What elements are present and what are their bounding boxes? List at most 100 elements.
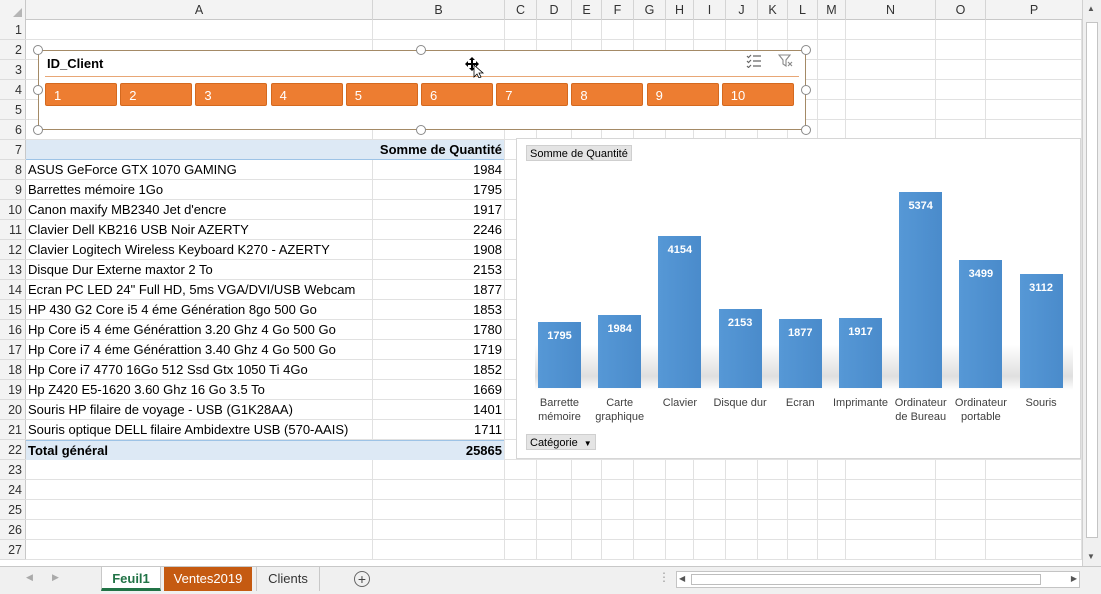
slicer-button[interactable]: 5 bbox=[345, 83, 418, 106]
column-header-c[interactable]: C bbox=[505, 0, 537, 20]
row-header[interactable]: 12 bbox=[0, 240, 26, 260]
row-header[interactable]: 2 bbox=[0, 40, 26, 60]
resize-handle-top-left[interactable] bbox=[33, 45, 43, 55]
row-header[interactable]: 23 bbox=[0, 460, 26, 480]
slicer-button[interactable]: 8 bbox=[571, 83, 644, 106]
clear-filter-icon[interactable] bbox=[777, 54, 795, 72]
resize-handle-top-right[interactable] bbox=[801, 45, 811, 55]
slicer-button[interactable]: 1 bbox=[45, 83, 117, 106]
slicer-button[interactable]: 7 bbox=[496, 83, 569, 106]
scroll-right-icon[interactable]: ▶ bbox=[1071, 574, 1077, 583]
sheet-tab-feuil1[interactable]: Feuil1 bbox=[101, 567, 161, 591]
row-header[interactable]: 22 bbox=[0, 440, 26, 460]
resize-handle-bottom-right[interactable] bbox=[801, 125, 811, 135]
row-header[interactable]: 19 bbox=[0, 380, 26, 400]
column-header-l[interactable]: L bbox=[788, 0, 818, 20]
pivot-row[interactable]: Souris optique DELL filaire Ambidextre U… bbox=[26, 420, 504, 440]
column-header-j[interactable]: J bbox=[726, 0, 758, 20]
row-header[interactable]: 9 bbox=[0, 180, 26, 200]
pivot-row[interactable]: Canon maxify MB2340 Jet d'encre 1917 bbox=[26, 200, 504, 220]
pivot-header-row[interactable]: Somme de Quantité bbox=[26, 140, 504, 160]
column-header-f[interactable]: F bbox=[602, 0, 634, 20]
row-header[interactable]: 21 bbox=[0, 420, 26, 440]
row-header[interactable]: 13 bbox=[0, 260, 26, 280]
column-header-o[interactable]: O bbox=[936, 0, 986, 20]
row-header[interactable]: 11 bbox=[0, 220, 26, 240]
chart-bar[interactable] bbox=[899, 191, 943, 388]
pivot-row[interactable]: Disque Dur Externe maxtor 2 To 2153 bbox=[26, 260, 504, 280]
row-header[interactable]: 5 bbox=[0, 100, 26, 120]
pivot-row[interactable]: Clavier Dell KB216 USB Noir AZERTY 2246 bbox=[26, 220, 504, 240]
column-header-h[interactable]: H bbox=[666, 0, 694, 20]
column-header-g[interactable]: G bbox=[634, 0, 666, 20]
sheet-tab-clients[interactable]: Clients bbox=[256, 567, 320, 591]
pivot-row[interactable]: Barrettes mémoire 1Go 1795 bbox=[26, 180, 504, 200]
pivot-row[interactable]: Hp Core i7 4 éme Générattion 3.40 Ghz 4 … bbox=[26, 340, 504, 360]
sheet-tab-ventes2019[interactable]: Ventes2019 bbox=[164, 567, 252, 591]
row-header[interactable]: 14 bbox=[0, 280, 26, 300]
pivot-row[interactable]: Hp Core i7 4770 16Go 512 Ssd Gtx 1050 Ti… bbox=[26, 360, 504, 380]
scroll-down-icon[interactable]: ▼ bbox=[1087, 552, 1095, 561]
column-header-m[interactable]: M bbox=[818, 0, 846, 20]
row-header[interactable]: 27 bbox=[0, 540, 26, 560]
row-header[interactable]: 15 bbox=[0, 300, 26, 320]
row-header[interactable]: 10 bbox=[0, 200, 26, 220]
add-sheet-icon[interactable]: + bbox=[354, 571, 370, 587]
row-header[interactable]: 25 bbox=[0, 500, 26, 520]
pivot-row[interactable]: Hp Core i5 4 éme Générattion 3.20 Ghz 4 … bbox=[26, 320, 504, 340]
chart-bar[interactable] bbox=[658, 236, 702, 388]
multi-select-icon[interactable] bbox=[745, 54, 763, 72]
row-header[interactable]: 18 bbox=[0, 360, 26, 380]
column-header-p[interactable]: P bbox=[986, 0, 1082, 20]
slicer-button[interactable]: 6 bbox=[421, 83, 493, 106]
select-all-corner[interactable] bbox=[0, 0, 26, 20]
vertical-scrollbar[interactable]: ▲ ▼ bbox=[1082, 0, 1101, 566]
prev-sheet-icon[interactable]: ◀ bbox=[26, 572, 33, 583]
chart-value-field-button[interactable]: Somme de Quantité bbox=[526, 145, 632, 161]
pivot-row[interactable]: Clavier Logitech Wireless Keyboard K270 … bbox=[26, 240, 504, 260]
resize-handle-bottom-left[interactable] bbox=[33, 125, 43, 135]
slicer-button[interactable]: 3 bbox=[195, 83, 268, 106]
slicer-button[interactable]: 9 bbox=[646, 83, 719, 106]
row-header[interactable]: 17 bbox=[0, 340, 26, 360]
column-header-i[interactable]: I bbox=[694, 0, 726, 20]
pivot-row[interactable]: Souris HP filaire de voyage - USB (G1K28… bbox=[26, 400, 504, 420]
column-header-k[interactable]: K bbox=[758, 0, 788, 20]
scroll-up-icon[interactable]: ▲ bbox=[1087, 4, 1095, 13]
pivot-total-row[interactable]: Total général 25865 bbox=[26, 440, 504, 460]
column-header-d[interactable]: D bbox=[537, 0, 572, 20]
row-header[interactable]: 1 bbox=[0, 20, 26, 40]
pivot-row[interactable]: ASUS GeForce GTX 1070 GAMING 1984 bbox=[26, 160, 504, 180]
row-header[interactable]: 3 bbox=[0, 60, 26, 80]
column-header-e[interactable]: E bbox=[572, 0, 602, 20]
row-header[interactable]: 24 bbox=[0, 480, 26, 500]
pivot-row[interactable]: Hp Z420 E5-1620 3.60 Ghz 16 Go 3.5 To 166… bbox=[26, 380, 504, 400]
tab-split-handle-icon[interactable]: ⋮ bbox=[658, 570, 670, 584]
next-sheet-icon[interactable]: ▶ bbox=[52, 572, 59, 583]
row-header[interactable]: 16 bbox=[0, 320, 26, 340]
row-header[interactable]: 8 bbox=[0, 160, 26, 180]
slicer-button[interactable]: 10 bbox=[721, 83, 794, 106]
slicer-button[interactable]: 2 bbox=[120, 83, 193, 106]
resize-handle-middle-right[interactable] bbox=[801, 85, 811, 95]
resize-handle-bottom-center[interactable] bbox=[416, 125, 426, 135]
pivot-row[interactable]: Ecran PC LED 24" Full HD, 5ms VGA/DVI/US… bbox=[26, 280, 504, 300]
row-header[interactable]: 4 bbox=[0, 80, 26, 100]
row-header[interactable]: 7 bbox=[0, 140, 26, 160]
vertical-scroll-thumb[interactable] bbox=[1086, 22, 1098, 538]
column-header-n[interactable]: N bbox=[846, 0, 936, 20]
column-header-a[interactable]: A bbox=[26, 0, 373, 20]
horizontal-scroll-thumb[interactable] bbox=[691, 574, 1041, 585]
slicer-button[interactable]: 4 bbox=[270, 83, 343, 106]
chart-category-field-button[interactable]: Catégorie ▼ bbox=[526, 434, 596, 450]
resize-handle-top-center[interactable] bbox=[416, 45, 426, 55]
row-header[interactable]: 26 bbox=[0, 520, 26, 540]
pivot-row[interactable]: HP 430 G2 Core i5 4 éme Génération 8go 5… bbox=[26, 300, 504, 320]
row-header[interactable]: 20 bbox=[0, 400, 26, 420]
scroll-left-icon[interactable]: ◀ bbox=[679, 574, 685, 583]
column-header-b[interactable]: B bbox=[373, 0, 505, 20]
horizontal-scrollbar[interactable]: ◀ ▶ bbox=[676, 571, 1080, 588]
resize-handle-middle-left[interactable] bbox=[33, 85, 43, 95]
row-header[interactable]: 6 bbox=[0, 120, 26, 140]
slicer-id-client[interactable]: ID_Client 1 2 3 4 5 6 7 8 9 10 bbox=[38, 50, 806, 130]
